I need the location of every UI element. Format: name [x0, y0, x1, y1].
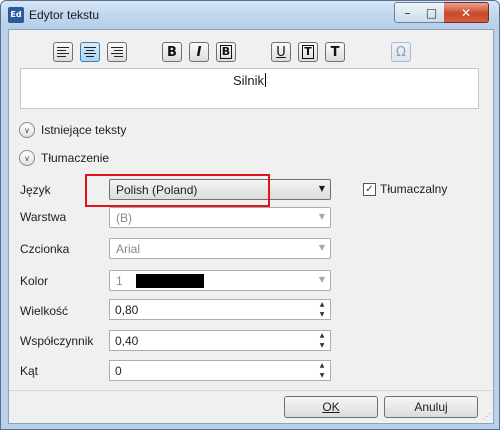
- color-swatch: [136, 274, 204, 288]
- angle-value: 0: [115, 364, 122, 378]
- color-value: 1: [116, 274, 123, 288]
- footer-divider: [9, 390, 493, 391]
- align-center-icon: [84, 47, 96, 57]
- align-left-button[interactable]: [53, 42, 73, 62]
- close-button[interactable]: ✕: [444, 2, 489, 23]
- layer-value: (B): [116, 211, 132, 225]
- spin-up-icon[interactable]: ▲: [315, 300, 329, 309]
- existing-texts-expander[interactable]: ∨ Istniejące teksty: [19, 121, 126, 139]
- spin-up-icon[interactable]: ▲: [315, 361, 329, 370]
- factor-value: 0,40: [115, 334, 139, 348]
- language-label: Język: [20, 183, 51, 197]
- language-select[interactable]: Polish (Poland) ▼: [109, 179, 331, 200]
- overline-icon: T: [302, 45, 314, 59]
- color-select[interactable]: 1 ▼: [109, 270, 331, 291]
- text-value: Silnik: [232, 73, 267, 88]
- factor-stepper[interactable]: 0,40 ▲ ▼: [109, 330, 331, 351]
- align-right-icon: [111, 47, 123, 57]
- factor-label: Współczynnik: [20, 334, 94, 348]
- translatable-checkbox[interactable]: ✓ Tłumaczalny: [363, 182, 447, 196]
- angle-stepper[interactable]: 0 ▲ ▼: [109, 360, 331, 381]
- bold-boxed-button[interactable]: B: [216, 42, 236, 62]
- chevron-down-icon: ∨: [19, 150, 35, 166]
- language-value: Polish (Poland): [116, 183, 198, 197]
- title-bar[interactable]: Ed Edytor tekstu – □ ✕: [1, 1, 499, 29]
- spin-down-icon[interactable]: ▼: [315, 341, 329, 350]
- spin-down-icon[interactable]: ▼: [315, 371, 329, 380]
- maximize-button[interactable]: □: [419, 2, 445, 23]
- align-center-button[interactable]: [80, 42, 100, 62]
- special-character-button[interactable]: Ω: [391, 42, 411, 62]
- bold-boxed-icon: B: [219, 45, 233, 59]
- minimize-button[interactable]: –: [394, 2, 421, 23]
- editor-window: Ed Edytor tekstu – □ ✕ B I B U T T Ω Sil…: [0, 0, 500, 430]
- translatable-label: Tłumaczalny: [380, 182, 448, 196]
- layer-select[interactable]: (B) ▼: [109, 207, 331, 228]
- ok-button[interactable]: OK: [284, 396, 378, 418]
- font-select[interactable]: Arial ▼: [109, 238, 331, 259]
- color-label: Kolor: [20, 274, 49, 288]
- text-input[interactable]: Silnik: [20, 68, 479, 109]
- existing-texts-label: Istniejące teksty: [41, 123, 127, 137]
- spin-up-icon[interactable]: ▲: [315, 331, 329, 340]
- bold-button[interactable]: B: [162, 42, 182, 62]
- app-icon: Ed: [8, 7, 24, 23]
- translation-label: Tłumaczenie: [41, 151, 110, 165]
- underline-button[interactable]: U: [271, 42, 291, 62]
- window-title: Edytor tekstu: [29, 8, 100, 22]
- overline-button[interactable]: T: [298, 42, 318, 62]
- resize-grip-icon[interactable]: ⋰: [483, 412, 491, 421]
- cancel-button[interactable]: Anuluj: [384, 396, 478, 418]
- italic-button[interactable]: I: [189, 42, 209, 62]
- dropdown-arrow-icon: ▼: [318, 243, 325, 252]
- font-value: Arial: [116, 242, 141, 256]
- plain-text-button[interactable]: T: [325, 42, 345, 62]
- dialog-body: B I B U T T Ω Silnik ∨ Istniejące teksty…: [8, 29, 494, 424]
- size-stepper[interactable]: 0,80 ▲ ▼: [109, 299, 331, 320]
- align-left-icon: [57, 47, 69, 57]
- spin-down-icon[interactable]: ▼: [315, 310, 329, 319]
- checkmark-icon: ✓: [363, 182, 376, 196]
- font-label: Czcionka: [20, 242, 70, 256]
- align-right-button[interactable]: [107, 42, 127, 62]
- layer-label: Warstwa: [20, 210, 67, 224]
- dropdown-arrow-icon: ▼: [318, 275, 325, 284]
- translation-expander[interactable]: ∨ Tłumaczenie: [19, 149, 109, 167]
- angle-label: Kąt: [20, 364, 39, 378]
- text-caret: [265, 73, 267, 87]
- dropdown-arrow-icon: ▼: [318, 184, 325, 193]
- size-value: 0,80: [115, 303, 139, 317]
- dropdown-arrow-icon: ▼: [318, 212, 325, 221]
- size-label: Wielkość: [20, 304, 69, 318]
- chevron-down-icon: ∨: [19, 122, 35, 138]
